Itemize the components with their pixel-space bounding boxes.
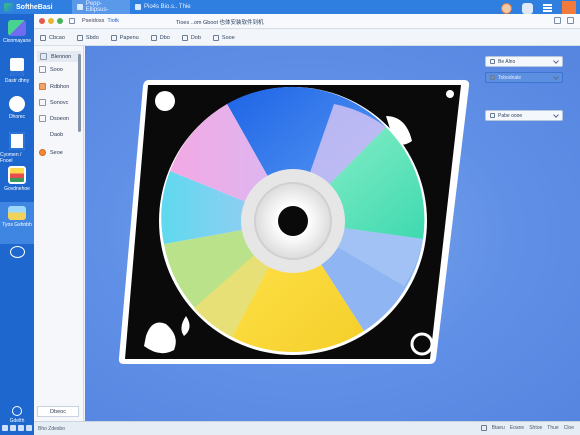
user-avatar-icon[interactable] <box>501 2 512 14</box>
rail-item-govdnehoe[interactable]: Govdnehoe <box>0 166 34 192</box>
dock-icon[interactable] <box>2 425 8 431</box>
notification-icon[interactable] <box>522 2 533 14</box>
window-controls <box>554 17 574 24</box>
rail-item-tyos[interactable]: Tyos Gshnbh <box>0 202 34 244</box>
status-bar: Bho Zdesbo Btaeu Eoane Shtoe Thue Cloe <box>34 421 580 435</box>
app-icon <box>8 20 26 36</box>
sleeve-hole-icon <box>446 90 454 98</box>
tab-1[interactable]: Pepp- Ellipsus- <box>72 0 130 14</box>
status-item[interactable]: Eoane <box>510 425 524 431</box>
orange-action-button[interactable] <box>562 1 576 15</box>
oval-icon <box>9 246 25 258</box>
share-icon[interactable] <box>554 17 561 24</box>
toolbar-label: Dbo <box>159 34 170 41</box>
maximize-dot-icon[interactable] <box>57 18 63 24</box>
tab-2[interactable]: Pio4s Bio.s.. Thie <box>130 0 204 14</box>
status-item[interactable]: Thue <box>547 425 558 431</box>
dock-icon[interactable] <box>18 425 24 431</box>
toolbar-item-2[interactable]: Sbdo <box>76 34 99 41</box>
expand-icon[interactable] <box>567 17 574 24</box>
tool-icon <box>76 34 83 41</box>
tool-icon <box>150 34 157 41</box>
toolbar-item-5[interactable]: Dob <box>181 34 201 41</box>
document-icon <box>77 4 83 10</box>
rail-item-label: Clonmayane <box>2 38 32 44</box>
dock-icon[interactable] <box>26 425 32 431</box>
toolbar-label: Cbcao <box>49 34 65 41</box>
bottom-dock <box>0 421 34 435</box>
sleeve-hole-icon <box>155 91 175 111</box>
rail-item-dastr[interactable]: Dastr dhny <box>0 58 34 84</box>
back-icon[interactable] <box>69 18 75 24</box>
title-bar: SoftheBasi Pepp- Ellipsus- Pio4s Bio.s..… <box>0 0 580 15</box>
circle-icon <box>9 96 25 112</box>
status-left: Bho Zdesbo <box>38 425 65 432</box>
status-icon <box>480 425 487 431</box>
toolbar-item-3[interactable]: Papenu <box>110 34 139 41</box>
tool-icon <box>110 34 117 41</box>
rail-item-label: Dastr dhny <box>4 78 30 84</box>
document-icon <box>10 58 24 76</box>
app-name[interactable]: SoftheBasi <box>0 0 72 14</box>
tool-icon <box>212 34 219 41</box>
landscape-icon <box>8 206 26 220</box>
rail-item-label: Tyos Gshnbh <box>2 222 32 228</box>
app-name-label: SoftheBasi <box>16 3 53 11</box>
status-item[interactable]: Cloe <box>564 425 574 431</box>
rail-item-label: Dhorec <box>8 114 26 120</box>
address-row: Pseidoss Tiotk Tioes ..om Gboot 也体安装软件到机 <box>34 14 580 29</box>
menu-icon[interactable] <box>543 4 552 12</box>
toolbar-label: Sbdo <box>85 34 99 41</box>
photo-icon <box>8 166 26 184</box>
toolbar-label: Sooe <box>221 34 235 41</box>
path-text: Tioes ..om Gboot 也体安装软件到机 <box>176 20 264 26</box>
tool-icon <box>40 34 46 41</box>
toolbar-label: Dob <box>190 34 201 41</box>
rail-item-label: Cyomen / Fnoel <box>0 152 22 164</box>
status-item[interactable]: Shtoe <box>529 425 542 431</box>
disc-artwork[interactable] <box>34 46 580 421</box>
disc-spindle-hole <box>278 206 308 236</box>
tab-1-label: Pepp- Ellipsus- <box>85 1 109 13</box>
rail-item-oval[interactable] <box>0 246 34 258</box>
settings-icon <box>12 406 22 416</box>
status-right: Btaeu Eoane Shtoe Thue Cloe <box>480 425 574 431</box>
dock-icon[interactable] <box>10 425 16 431</box>
tab-2-label: Pio4s Bio.s.. Thie <box>144 4 191 10</box>
rail-item-cyomen[interactable]: Cyomen / Fnoel <box>0 132 34 164</box>
toolbar-label: Papenu <box>119 34 139 41</box>
app-rail: Clonmayane Dastr dhny Dhorec Cyomen / Fn… <box>0 14 34 435</box>
rail-item-clonmayane[interactable]: Clonmayane <box>0 20 34 44</box>
address-label[interactable]: Pseidoss <box>82 18 104 24</box>
close-dot-icon[interactable] <box>39 18 45 24</box>
toolbar-item-6[interactable]: Sooe <box>212 34 235 41</box>
toolbar-item-1[interactable]: Cbcao <box>40 34 65 41</box>
app-logo-icon <box>4 2 13 12</box>
notes-icon <box>9 132 25 150</box>
tool-icon <box>181 34 188 41</box>
rail-item-label: Govdnehoe <box>4 186 30 192</box>
address-short[interactable]: Tiotk <box>107 18 119 24</box>
toolbar-item-4[interactable]: Dbo <box>150 34 170 41</box>
rail-item-dhorec[interactable]: Dhorec <box>0 96 34 120</box>
minimize-dot-icon[interactable] <box>48 18 54 24</box>
toolbar: Cbcao Sbdo Papenu Dbo Dob Sooe <box>34 30 580 46</box>
status-item[interactable]: Btaeu <box>492 425 505 431</box>
document-icon <box>135 4 141 10</box>
top-right-controls <box>501 1 576 15</box>
